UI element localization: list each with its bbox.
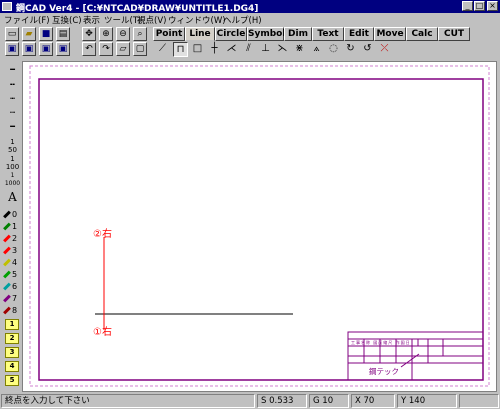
title-block-company: 鋼テック bbox=[369, 367, 399, 376]
pencil-icon bbox=[3, 282, 11, 291]
pan-icon[interactable]: ✥ bbox=[82, 27, 96, 41]
pen-8[interactable]: 8 bbox=[3, 305, 23, 316]
label-point-1-right: ①右 bbox=[93, 327, 112, 338]
tab-text[interactable]: Text bbox=[312, 27, 344, 41]
pencil-icon bbox=[3, 234, 11, 243]
zoom-fit-icon[interactable]: ⌕ bbox=[133, 27, 147, 41]
print-icon[interactable]: ▤ bbox=[56, 27, 70, 41]
tab-edit[interactable]: Edit bbox=[344, 27, 374, 41]
status-y-coordinate: Y 140 bbox=[397, 394, 457, 408]
perpendicular-tool-icon[interactable]: ⊥ bbox=[258, 42, 273, 57]
layer-2[interactable]: 2 bbox=[5, 333, 19, 344]
open-folder-icon[interactable]: ▰ bbox=[22, 27, 36, 41]
bisector-tool-icon[interactable]: ⋋ bbox=[275, 42, 290, 57]
menu-view[interactable]: 表示 bbox=[83, 14, 100, 26]
polyline-tool-icon[interactable]: ⊓ bbox=[173, 42, 188, 57]
line-type-dash-icon[interactable]: ╍ bbox=[4, 78, 21, 92]
tab-circle[interactable]: Circle bbox=[215, 27, 247, 41]
arc-tool-icon[interactable]: ◌ bbox=[326, 42, 341, 57]
scale-1-50-icon[interactable]: 1 50 bbox=[4, 138, 21, 154]
status-g-value: G 10 bbox=[309, 394, 349, 408]
tab-cut[interactable]: CUT bbox=[438, 27, 470, 41]
menu-compat[interactable]: 互換(C) bbox=[52, 14, 82, 26]
tool-d-icon[interactable]: ▣ bbox=[56, 42, 70, 56]
save-icon[interactable]: ■ bbox=[39, 27, 53, 41]
maximize-button[interactable]: □ bbox=[474, 1, 485, 11]
angle-line-tool-icon[interactable]: ⋌ bbox=[224, 42, 239, 57]
close-button[interactable]: × bbox=[487, 1, 498, 11]
tab-dim[interactable]: Dim bbox=[284, 27, 312, 41]
zoom-in-icon[interactable]: ⊕ bbox=[99, 27, 113, 41]
tool-c-icon[interactable]: ▣ bbox=[39, 42, 53, 56]
tab-line[interactable]: Line bbox=[185, 27, 215, 41]
window-icon[interactable]: ▢ bbox=[133, 42, 147, 56]
status-bar: 終点を入力して下さい S 0.533 G 10 X 70 Y 140 bbox=[0, 393, 500, 409]
menu-bar: ファイル(F) 互換(C) 表示 ツール(T) 視点(V) ウィンドウ(W) ヘ… bbox=[0, 13, 500, 26]
label-point-2-right: ②右 bbox=[93, 229, 112, 240]
rectangle-tool-icon[interactable]: □ bbox=[190, 42, 205, 57]
pencil-icon bbox=[3, 270, 11, 279]
cross-line-tool-icon[interactable]: ┼ bbox=[207, 42, 222, 57]
layer-view-icon[interactable]: ▱ bbox=[116, 42, 130, 56]
layer-1[interactable]: 1 bbox=[5, 319, 19, 330]
status-prompt: 終点を入力して下さい bbox=[1, 394, 255, 408]
parallel-line-tool-icon[interactable]: ⫽ bbox=[241, 42, 256, 57]
app-icon[interactable] bbox=[2, 2, 12, 11]
pen-4[interactable]: 4 bbox=[3, 257, 23, 268]
undo-icon[interactable]: ↶ bbox=[82, 42, 96, 56]
offset-tool-icon[interactable]: ⋇ bbox=[292, 42, 307, 57]
title-block-headers: 工事名称 図面縮尺 作図日 bbox=[351, 340, 411, 345]
tab-point[interactable]: Point bbox=[153, 27, 185, 41]
menu-help[interactable]: ヘルプ(H) bbox=[223, 14, 262, 26]
pen-5[interactable]: 5 bbox=[3, 269, 23, 280]
pencil-icon bbox=[3, 258, 11, 267]
layer-3[interactable]: 3 bbox=[5, 347, 19, 358]
tab-symbol[interactable]: Symbol bbox=[247, 27, 285, 41]
new-file-icon[interactable]: ▭ bbox=[5, 27, 19, 41]
pencil-icon bbox=[3, 246, 11, 255]
pen-6[interactable]: 6 bbox=[3, 281, 23, 292]
tangent-tool-icon[interactable]: ⟑ bbox=[309, 42, 324, 57]
menu-viewpoint[interactable]: 視点(V) bbox=[137, 14, 166, 26]
pen-1[interactable]: 1 bbox=[3, 221, 23, 232]
status-s-value: S 0.533 bbox=[257, 394, 307, 408]
tab-move[interactable]: Move bbox=[374, 27, 406, 41]
line-tool-icon[interactable]: ⟋ bbox=[155, 42, 170, 57]
pen-3[interactable]: 3 bbox=[3, 245, 23, 256]
delete-line-tool-icon[interactable]: ⤫ bbox=[377, 42, 392, 57]
redo-icon[interactable]: ↷ bbox=[99, 42, 113, 56]
left-palette: ━ ╍ ┅ ┉ ━ 1 50 1 100 1 1000 A 0 1 2 3 4 5 6… bbox=[1, 61, 23, 392]
minimize-button[interactable]: _ bbox=[462, 1, 473, 11]
spline-tool-icon[interactable]: ↺ bbox=[360, 42, 375, 57]
menu-window[interactable]: ウィンドウ(W) bbox=[168, 14, 226, 26]
text-tool-icon[interactable]: A bbox=[4, 190, 21, 204]
layer-5[interactable]: 5 bbox=[5, 375, 19, 386]
menu-file[interactable]: ファイル(F) bbox=[4, 14, 50, 26]
status-x-coordinate: X 70 bbox=[351, 394, 395, 408]
drawing-canvas[interactable]: ②右 ①右 鋼テック 工事名称 図面縮尺 作図日 bbox=[22, 61, 497, 392]
line-type-dashdot-icon[interactable]: ┉ bbox=[4, 106, 21, 120]
scale-1-1000-icon[interactable]: 1 1000 bbox=[4, 172, 21, 187]
curve-tool-icon[interactable]: ↻ bbox=[343, 42, 358, 57]
title-bar: 鋼CAD Ver4 - [C:¥NTCAD¥DRAW¥UNTITLE1.DG4]… bbox=[0, 0, 500, 14]
tab-calc[interactable]: Calc bbox=[406, 27, 438, 41]
line-type-dot-icon[interactable]: ┅ bbox=[4, 92, 21, 106]
pen-0[interactable]: 0 bbox=[3, 209, 23, 220]
pencil-icon bbox=[3, 294, 11, 303]
zoom-out-icon[interactable]: ⊖ bbox=[116, 27, 130, 41]
menu-tools[interactable]: ツール(T) bbox=[104, 14, 141, 26]
layer-4[interactable]: 4 bbox=[5, 361, 19, 372]
line-weight-icon[interactable]: ━ bbox=[4, 120, 21, 134]
scale-1-100-icon[interactable]: 1 100 bbox=[4, 155, 21, 171]
status-empty-pane bbox=[459, 394, 499, 408]
pencil-icon bbox=[3, 210, 11, 219]
pen-2[interactable]: 2 bbox=[3, 233, 23, 244]
line-type-solid-icon[interactable]: ━ bbox=[4, 63, 21, 77]
tool-b-icon[interactable]: ▣ bbox=[22, 42, 36, 56]
pen-7[interactable]: 7 bbox=[3, 293, 23, 304]
pencil-icon bbox=[3, 306, 11, 315]
tool-a-icon[interactable]: ▣ bbox=[5, 42, 19, 56]
pencil-icon bbox=[3, 222, 11, 231]
